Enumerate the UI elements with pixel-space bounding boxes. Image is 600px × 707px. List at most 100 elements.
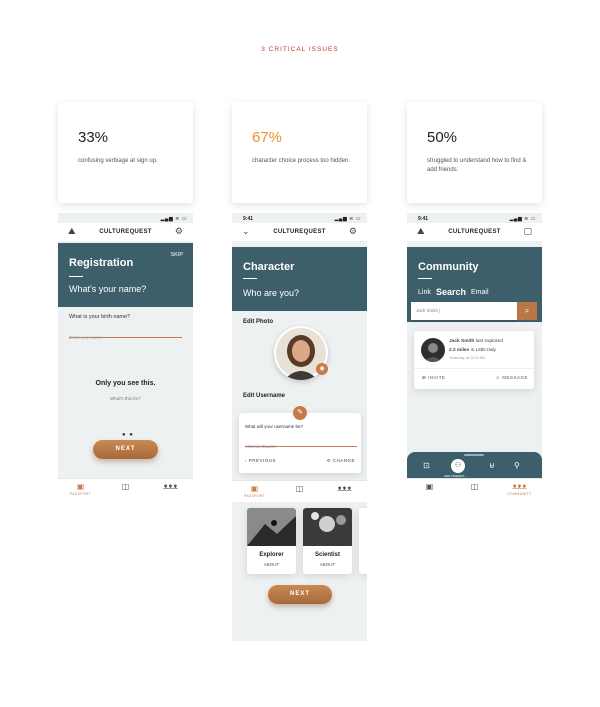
- title-divider: [69, 276, 83, 277]
- friend-action: last explored: [475, 339, 503, 344]
- friend-place: in Little Italy: [470, 348, 496, 353]
- next-button[interactable]: NEXT: [268, 585, 332, 604]
- top-bar: ⛰ CULTUREQUEST ⚙: [58, 223, 193, 241]
- page-title: Community: [418, 261, 479, 273]
- tab-community[interactable]: ᴥᴥᴥ: [322, 484, 367, 493]
- tab-bar: ▣ PASSPORT ◫ ᴥᴥᴥ: [58, 478, 193, 500]
- action-bar: ⊡ ⚇ ADD FRIENDS ⊌ ⚲: [407, 452, 542, 478]
- signal-wifi-battery-icon: ▂▄▆ ≋ ▭: [509, 216, 536, 222]
- page-title: Character: [243, 261, 295, 273]
- stat-description: struggled to understand how to find & ad…: [427, 158, 527, 173]
- role-name: Explorer: [259, 552, 284, 558]
- gift-icon[interactable]: ⊡: [423, 461, 430, 470]
- luggage-icon: ◫: [470, 482, 479, 491]
- tab-passport-label: PASSPORT: [69, 492, 92, 496]
- search-icon[interactable]: ⌕: [517, 302, 537, 320]
- role-card-partial[interactable]: [359, 508, 367, 574]
- passport-icon: ▣: [250, 484, 259, 493]
- stat-description: confusing verbiage at sign up.: [78, 158, 158, 164]
- gear-icon[interactable]: ⚙: [175, 226, 183, 237]
- drawer-handle[interactable]: [464, 454, 484, 456]
- top-bar: ⛰ CULTUREQUEST ▢: [407, 223, 542, 241]
- tab-search[interactable]: Search: [436, 287, 466, 297]
- location-icon[interactable]: ⚲: [514, 461, 520, 470]
- stat-card-3: 50% struggled to understand how to find …: [407, 102, 542, 203]
- stat-percent: 50%: [427, 129, 458, 146]
- status-time: 9:41: [418, 216, 429, 222]
- role-card-explorer[interactable]: Explorer ABOUT: [247, 508, 296, 574]
- friend-card: Jack Smith last explored 2.2 miles in Li…: [414, 331, 534, 389]
- tab-community-label: COMMUNITY: [507, 492, 532, 496]
- tab-community[interactable]: ᴥᴥᴥ COMMUNITY: [497, 482, 542, 496]
- friend-activity: Jack Smith last explored: [449, 339, 503, 344]
- page-header-title: 3 CRITICAL ISSUES: [261, 46, 339, 53]
- title-divider: [243, 278, 257, 279]
- pencil-icon[interactable]: ✎: [293, 406, 307, 420]
- people-icon: ᴥᴥᴥ: [163, 482, 178, 491]
- status-bar: ▂▄▆ ≋ ▭: [58, 213, 193, 223]
- luggage-icon: ◫: [121, 482, 130, 491]
- passport-icon: ▣: [425, 482, 434, 491]
- tab-luggage[interactable]: ◫: [103, 482, 148, 491]
- signal-wifi-battery-icon: ▂▄▆ ≋ ▭: [334, 216, 361, 222]
- luggage-icon: ◫: [295, 484, 304, 493]
- tab-passport-label: PASSPORT: [243, 494, 266, 498]
- status-time: 9:41: [243, 216, 254, 222]
- bag-icon[interactable]: ▢: [523, 226, 532, 237]
- username-value: Artemis Owens: [245, 444, 276, 449]
- next-button[interactable]: NEXT: [93, 440, 158, 459]
- page-subtitle: Who are you?: [243, 288, 300, 298]
- stat-card-2: 67% character choice process too hidden.: [232, 102, 367, 203]
- friend-timestamp: Yesterday, at 12:47 AM: [449, 356, 485, 360]
- tab-passport[interactable]: ▣: [407, 482, 452, 491]
- invite-button[interactable]: ⊞ INVITE: [422, 375, 446, 381]
- role-name: Scientist: [314, 552, 340, 558]
- page-title: Registration: [69, 257, 134, 269]
- role-about[interactable]: ABOUT: [247, 562, 296, 567]
- passport-icon: ▣: [76, 482, 85, 491]
- add-friends-icon[interactable]: ⚇: [451, 459, 465, 473]
- gear-icon[interactable]: ⚙: [349, 226, 357, 237]
- tab-passport[interactable]: ▣ PASSPORT: [58, 482, 103, 496]
- people-icon: ᴥᴥᴥ: [512, 482, 527, 491]
- registration-header: SKIP Registration What's your name?: [58, 243, 193, 307]
- tab-email[interactable]: Email: [471, 289, 489, 296]
- field-label: What is your birth name?: [69, 314, 131, 320]
- camera-icon[interactable]: ◉: [316, 363, 328, 375]
- phone-registration: ▂▄▆ ≋ ▭ ⛰ CULTUREQUEST ⚙ SKIP Registrati…: [58, 213, 193, 500]
- page-subtitle: What's your name?: [69, 284, 147, 294]
- message-button[interactable]: ☺ MESSAGE: [495, 375, 528, 380]
- title-divider: [418, 278, 432, 279]
- tab-luggage[interactable]: ◫: [277, 484, 322, 493]
- tab-luggage[interactable]: ◫: [452, 482, 497, 491]
- friend-photo: [424, 343, 442, 362]
- previous-button[interactable]: ‹ PREVIOUS: [245, 458, 276, 463]
- people-icon: ᴥᴥᴥ: [337, 484, 352, 493]
- cup-icon[interactable]: ⊌: [489, 461, 495, 470]
- tab-bar: ▣ PASSPORT ◫ ᴥᴥᴥ: [232, 480, 367, 502]
- phone-character: 9:41 ▂▄▆ ≋ ▭ ⌄ CULTUREQUEST ⚙ Character …: [232, 213, 367, 641]
- skip-link[interactable]: SKIP: [170, 252, 183, 258]
- role-about[interactable]: ABOUT: [303, 562, 352, 567]
- whats-this-link[interactable]: What's this for?: [58, 396, 193, 401]
- search-input[interactable]: Jack Smith |: [411, 302, 517, 320]
- change-label: CHANGE: [332, 458, 355, 463]
- username-input[interactable]: Artemis Owens: [245, 435, 357, 449]
- name-input[interactable]: Enter your name: [69, 326, 182, 340]
- role-card-scientist[interactable]: Scientist ABOUT: [303, 508, 352, 574]
- brand-logo: CULTUREQUEST: [273, 229, 326, 235]
- change-button[interactable]: ⟲ CHANGE: [327, 458, 355, 464]
- message-label: MESSAGE: [502, 375, 528, 380]
- edit-photo-label: Edit Photo: [243, 319, 273, 325]
- phone-community: 9:41 ▂▄▆ ≋ ▭ ⛰ CULTUREQUEST ▢ Community …: [407, 213, 542, 500]
- tab-community[interactable]: ᴥᴥᴥ: [148, 482, 193, 491]
- brand-logo: CULTUREQUEST: [448, 229, 501, 235]
- tab-passport[interactable]: ▣ PASSPORT: [232, 484, 277, 498]
- page-indicator-dots: ● ●: [122, 432, 134, 438]
- divider: [414, 368, 534, 369]
- stat-percent: 67%: [252, 129, 283, 146]
- signal-wifi-battery-icon: ▂▄▆ ≋ ▭: [160, 216, 187, 222]
- stat-card-1: 33% confusing verbiage at sign up.: [58, 102, 193, 203]
- tab-link[interactable]: Link: [418, 289, 431, 296]
- username-question: What will your username be?: [245, 424, 304, 429]
